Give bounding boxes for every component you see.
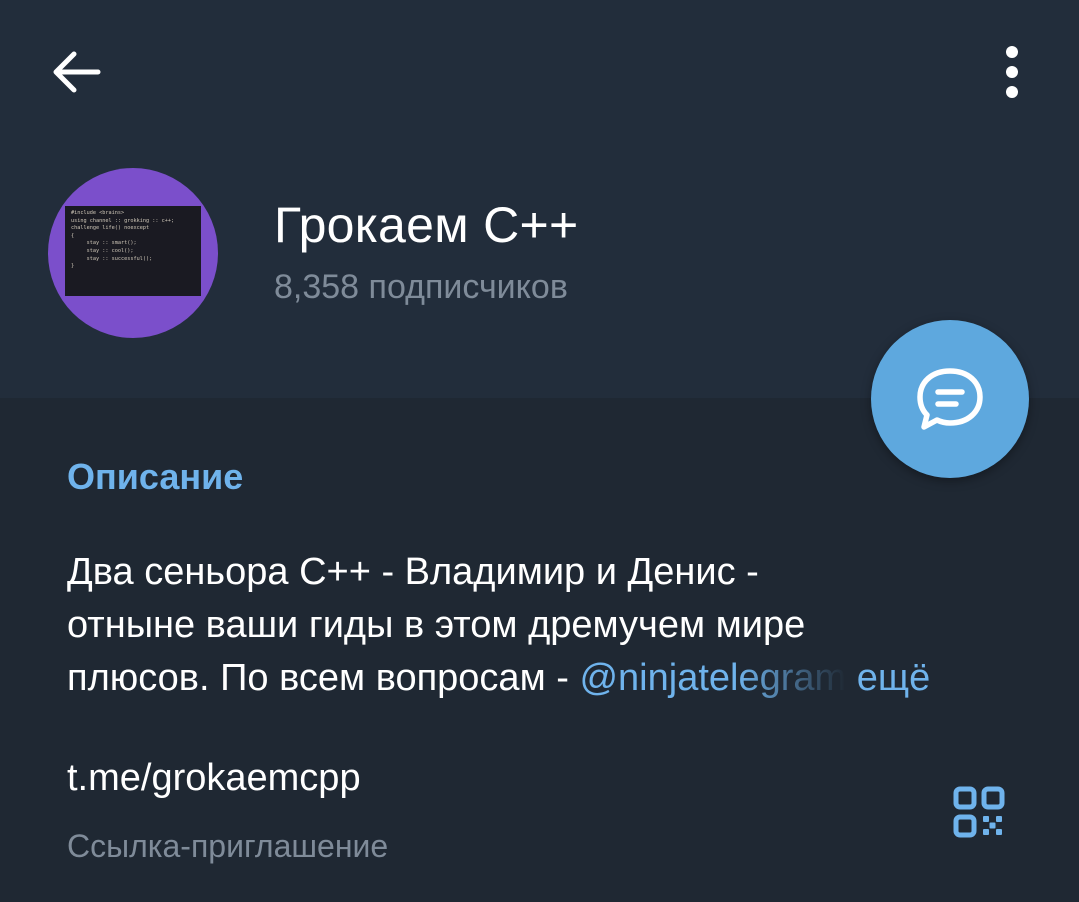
more-options-button[interactable] — [980, 40, 1044, 104]
arrow-left-icon — [53, 51, 101, 93]
mention-link[interactable]: @ninjatel — [579, 657, 738, 699]
invite-link[interactable]: t.me/grokaemcpp — [67, 757, 361, 800]
more-vertical-icon — [1006, 46, 1018, 98]
subscriber-count: 8,358 подписчиков — [274, 268, 568, 306]
channel-title: Грокаем C++ — [274, 197, 579, 253]
invite-link-label: Ссылка-приглашение — [67, 828, 389, 864]
description-line: отныне ваши гиды в этом дремучем мире — [67, 604, 806, 646]
channel-avatar[interactable]: #include <brains> using channel :: grokk… — [48, 168, 218, 338]
description-text: плюсов. По всем вопросам - — [67, 657, 580, 699]
channel-description: Два сеньора C++ - Владимир и Денис - отн… — [67, 546, 1027, 705]
show-more-link[interactable]: ещё — [857, 657, 931, 699]
description-line: плюсов. По всем вопросам - @ninjatelegra… — [67, 652, 1027, 705]
description-line: Два сеньора C++ - Владимир и Денис - — [67, 551, 759, 593]
avatar-code-image: #include <brains> using channel :: grokk… — [65, 206, 201, 296]
chat-bubble-icon — [917, 368, 983, 430]
mention-link-faded[interactable]: egram — [738, 652, 846, 705]
back-button[interactable] — [40, 40, 112, 104]
discussion-button[interactable] — [871, 320, 1029, 478]
qr-code-icon — [953, 786, 1005, 838]
description-heading: Описание — [67, 456, 244, 497]
qr-code-button[interactable] — [944, 777, 1014, 847]
